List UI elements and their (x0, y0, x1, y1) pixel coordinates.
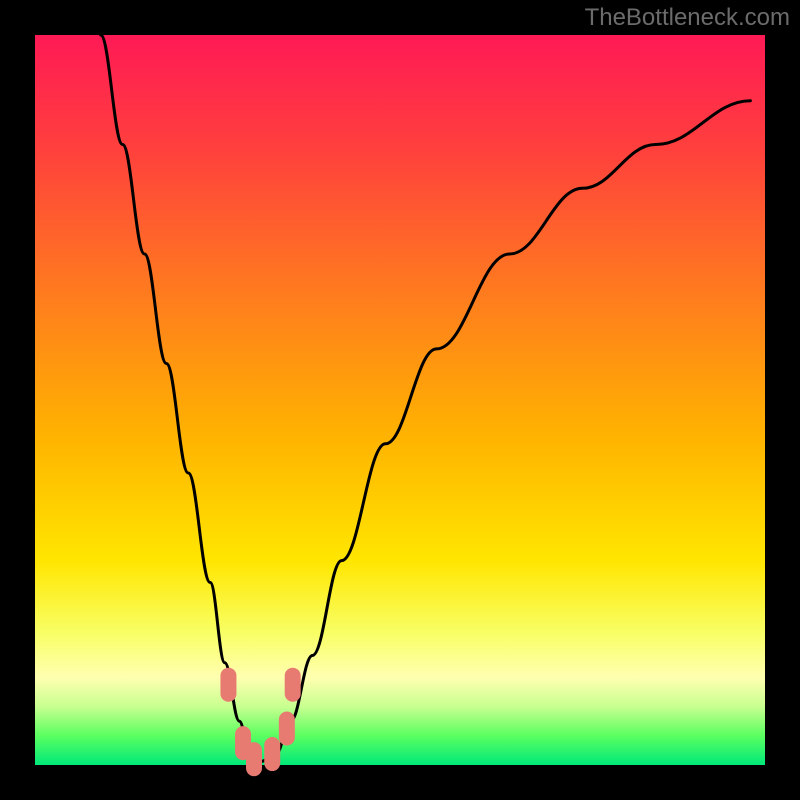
curve-marker (279, 712, 295, 746)
curve-marker (220, 668, 236, 702)
bottleneck-chart (0, 0, 800, 800)
curve-marker (246, 742, 262, 776)
curve-marker (264, 737, 280, 771)
chart-container: TheBottleneck.com (0, 0, 800, 800)
watermark-text: TheBottleneck.com (585, 4, 790, 32)
curve-marker (285, 668, 301, 702)
